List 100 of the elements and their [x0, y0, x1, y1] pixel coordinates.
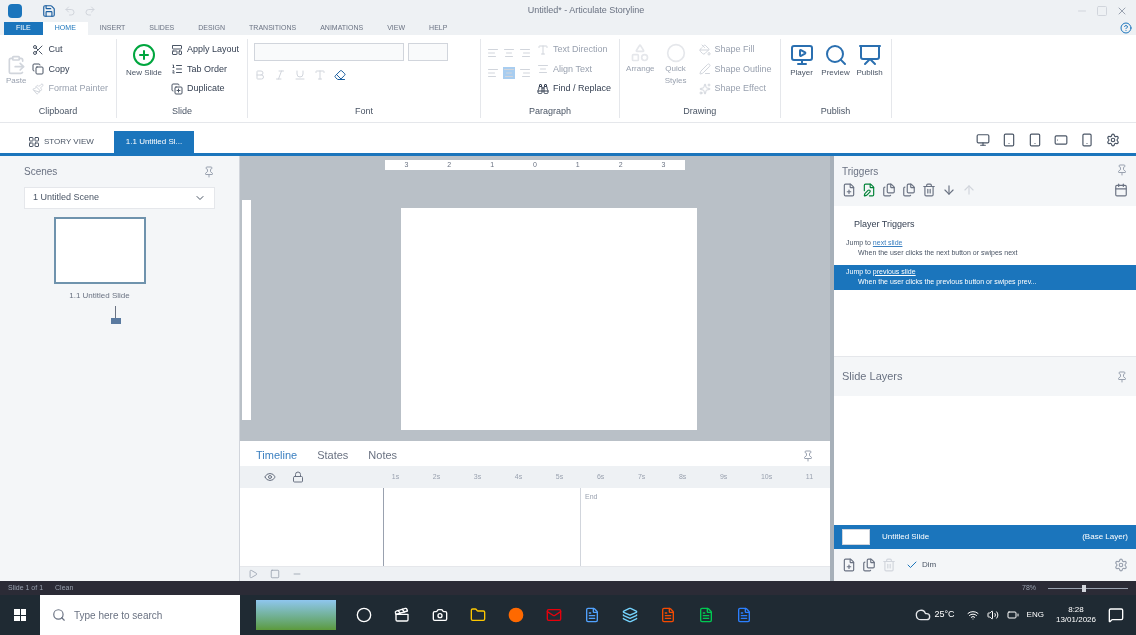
eye-icon: [264, 471, 276, 483]
tool-icon: [537, 82, 550, 95]
document-icon[interactable]: [660, 607, 676, 623]
panel-title: Triggers: [842, 165, 879, 179]
new-layer-icon: [842, 558, 856, 572]
player-icon: [789, 43, 814, 67]
pin-icon: [802, 449, 814, 462]
lock-icon: [292, 471, 304, 483]
pin-icon: [1116, 164, 1128, 176]
mail-icon[interactable]: [546, 607, 562, 623]
ribbon-button[interactable]: Tab Order: [169, 62, 242, 76]
editor-tab[interactable]: 1.1 Untitled Sl...: [113, 131, 195, 153]
desktop-icon[interactable]: [976, 133, 990, 147]
check-icon: [906, 559, 918, 571]
slide-link-icon: [110, 306, 121, 324]
magnifier-icon: [823, 43, 848, 67]
phone-icon[interactable]: [1080, 133, 1094, 147]
panel-title: Slide Layers: [842, 369, 903, 385]
window-title: Untitled* - Articulate Storyline: [526, 4, 646, 18]
pin-icon: [1116, 370, 1128, 383]
close-icon: [1116, 5, 1128, 17]
calendar-icon: [1114, 183, 1128, 197]
new-file-icon[interactable]: [842, 183, 856, 197]
circle-icon: [665, 43, 686, 63]
ribbon-button[interactable]: Duplicate: [169, 82, 242, 96]
group-label: Clipboard: [37, 104, 79, 118]
app-icon: [8, 4, 22, 18]
tool-icon: [32, 82, 45, 95]
panel-title: Scenes: [24, 165, 58, 179]
delete-layer-icon: [882, 558, 896, 572]
settings-icon[interactable]: [1106, 133, 1120, 147]
language-indicator[interactable]: ENG: [1026, 609, 1044, 621]
tool-icon: [32, 63, 45, 76]
circle-icon[interactable]: [356, 607, 372, 623]
shapes-icon: [630, 43, 651, 63]
eraser-icon[interactable]: [334, 69, 347, 81]
ribbon-button[interactable]: Apply Layout: [169, 43, 242, 57]
wifi-icon[interactable]: [966, 609, 979, 621]
slide-thumbnail[interactable]: [53, 217, 146, 284]
folder-icon[interactable]: [470, 607, 486, 623]
group-label: Drawing: [682, 104, 718, 118]
zoom-thumb[interactable]: [1082, 584, 1087, 592]
dim-checkbox[interactable]: Dim: [906, 559, 937, 571]
document-icon[interactable]: [736, 607, 752, 623]
document-icon[interactable]: [584, 607, 600, 623]
slide-label: 1.1 Untitled Slide: [69, 290, 130, 302]
tool-icon: [537, 63, 550, 76]
ribbon-button[interactable]: Cut: [30, 43, 110, 57]
publish-button[interactable]: Publish: [854, 43, 885, 79]
search-icon: [52, 608, 66, 622]
clock-time: 8:28: [1068, 605, 1084, 615]
duplicate-layer-icon: [862, 558, 876, 572]
tablet-icon[interactable]: [1002, 133, 1016, 147]
battery-icon[interactable]: [1006, 609, 1019, 621]
paste-button[interactable]: Paste: [6, 43, 27, 87]
copy-icon[interactable]: [882, 183, 896, 197]
clipboard-icon: [6, 55, 27, 75]
font-size-field[interactable]: [408, 43, 449, 61]
notification-icon: [1108, 607, 1124, 623]
publish-button[interactable]: Preview: [820, 43, 851, 79]
end-marker[interactable]: [580, 488, 581, 566]
timeline-tab[interactable]: States: [317, 447, 349, 464]
group-label: Publish: [819, 104, 852, 118]
editor-tab[interactable]: STORY VIEW: [16, 131, 106, 153]
pin-icon: [203, 165, 215, 178]
timeline-tab[interactable]: Notes: [368, 447, 398, 464]
timeline-tab[interactable]: Timeline: [256, 447, 298, 464]
group-label: Font: [354, 104, 375, 118]
edit-file-icon[interactable]: [862, 183, 876, 197]
task-view-icon[interactable]: [394, 607, 410, 623]
save-icon: [42, 4, 56, 18]
layer-thumbnail: [842, 529, 870, 545]
publish-button[interactable]: Player: [786, 43, 817, 79]
trigger-group-title: Player Triggers: [853, 218, 916, 231]
ribbon-button[interactable]: Copy: [30, 62, 110, 76]
tool-icon: [32, 43, 45, 56]
new-slide-button[interactable]: New Slide: [123, 43, 165, 79]
ribbon-button[interactable]: Find / Replace: [535, 82, 614, 96]
taskbar-search-field[interactable]: Type here to search: [40, 595, 240, 635]
scene-dropdown[interactable]: 1 Untitled Scene: [24, 187, 215, 209]
group-label: Slide: [171, 104, 194, 118]
clock-date: 13/01/2026: [1055, 615, 1096, 625]
document-icon[interactable]: [698, 607, 714, 623]
tablet-icon[interactable]: [1028, 133, 1042, 147]
browser-icon[interactable]: [508, 607, 524, 623]
settings-icon: [1114, 558, 1128, 572]
tool-icon: [698, 82, 711, 95]
speaker-icon[interactable]: [986, 609, 999, 621]
arrange-button[interactable]: Arrange: [626, 43, 655, 75]
phone-icon[interactable]: [1054, 133, 1068, 147]
font-name-field[interactable]: [254, 43, 405, 61]
camera-icon[interactable]: [432, 607, 448, 623]
layer-name: Untitled Slide: [882, 531, 931, 543]
maximize-icon: [1096, 5, 1108, 17]
presentation-icon: [857, 43, 882, 67]
layer-row[interactable]: Untitled Slide (Base Layer): [834, 525, 1136, 549]
trash-icon[interactable]: [922, 183, 936, 197]
tool-icon: [698, 43, 711, 56]
layers-icon[interactable]: [622, 607, 638, 623]
quick-styles-button[interactable]: Quick Styles: [658, 43, 693, 87]
